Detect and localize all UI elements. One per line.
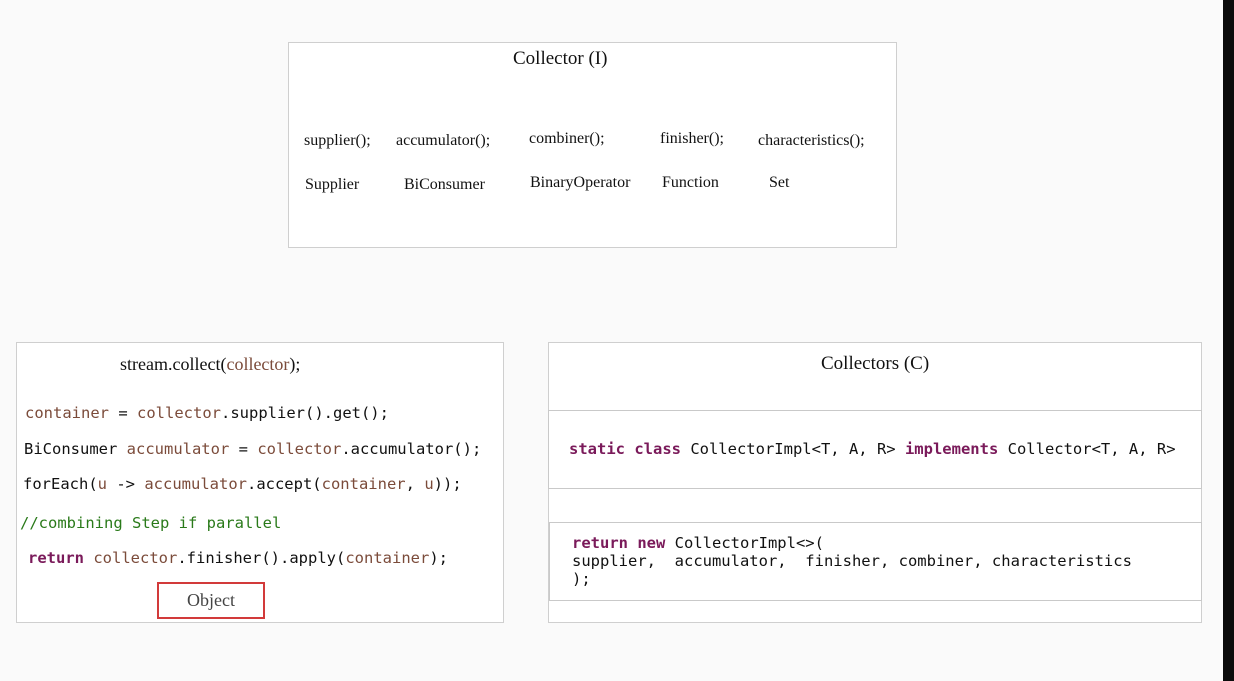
object-result-box: Object [157,582,265,619]
method-combiner: combiner(); [529,130,605,147]
stream-collect-box: stream.collect(collector); container = c… [16,342,504,623]
token: .accumulator(); [341,440,482,458]
code-line-return: return collector.finisher().apply(contai… [28,549,448,567]
collectors-class-box: Collectors (C) static class CollectorImp… [548,342,1202,623]
token: = [229,440,258,458]
token: CollectorImpl<>( [665,534,824,552]
token: = [109,404,137,422]
collector-interface-box: Collector (I) supplier(); accumulator();… [288,42,897,248]
code-line-supplier: container = collector.supplier().get(); [25,404,389,422]
token: .accept( [246,475,322,493]
token: -> [107,475,145,493]
type-biconsumer: BiConsumer [404,176,485,193]
method-characteristics: characteristics(); [758,132,865,149]
type-set: Set [769,174,790,191]
token: .finisher().apply( [177,549,346,567]
token: container [321,475,406,493]
stream-collect-title: stream.collect(collector); [120,354,300,375]
collector-impl-declaration: static class CollectorImpl<T, A, R> impl… [569,440,1176,458]
token: forEach( [23,475,98,493]
token: implements [904,440,999,458]
token: BiConsumer [24,440,127,458]
token: static class [569,440,681,458]
token: return [28,549,84,567]
token: container [25,404,109,422]
return-new-code: return new CollectorImpl<>( supplier, ac… [572,534,1132,588]
collector-impl-declaration-box: static class CollectorImpl<T, A, R> impl… [548,410,1202,489]
token: return new [572,534,666,552]
token: )); [433,475,462,493]
return-new-box: return new CollectorImpl<>( supplier, ac… [549,522,1202,601]
code-comment: //combining Step if parallel [20,514,282,532]
token: .supplier().get(); [221,404,389,422]
title-prefix: stream.collect( [120,354,227,374]
method-accumulator: accumulator(); [396,132,491,149]
type-binaryoperator: BinaryOperator [530,174,631,191]
type-supplier: Supplier [305,176,360,193]
token: , [405,475,425,493]
type-function: Function [662,174,719,191]
token: Collector<T, A, R> [998,440,1176,458]
token: collector [93,549,178,567]
collectors-class-title: Collectors (C) [821,353,930,374]
right-edge-strip [1223,0,1234,681]
token: u [424,475,434,493]
token: CollectorImpl<T, A, R> [680,440,905,458]
collector-interface-title: Collector (I) [513,48,608,69]
token: container [345,549,430,567]
token: ); [429,549,448,567]
token: u [97,475,107,493]
token: ); [572,570,591,588]
method-supplier: supplier(); [304,132,371,149]
code-line-foreach: forEach(u -> accumulator.accept(containe… [23,475,462,493]
token: collector [257,440,342,458]
title-arg: collector [226,354,290,374]
title-suffix: ); [289,354,301,374]
token: accumulator [126,440,230,458]
token: accumulator [144,475,247,493]
code-line-accumulator: BiConsumer accumulator = collector.accum… [24,440,481,458]
token: collector [137,404,221,422]
token: supplier, accumulator, finisher, combine… [572,552,1132,570]
method-finisher: finisher(); [660,130,724,147]
